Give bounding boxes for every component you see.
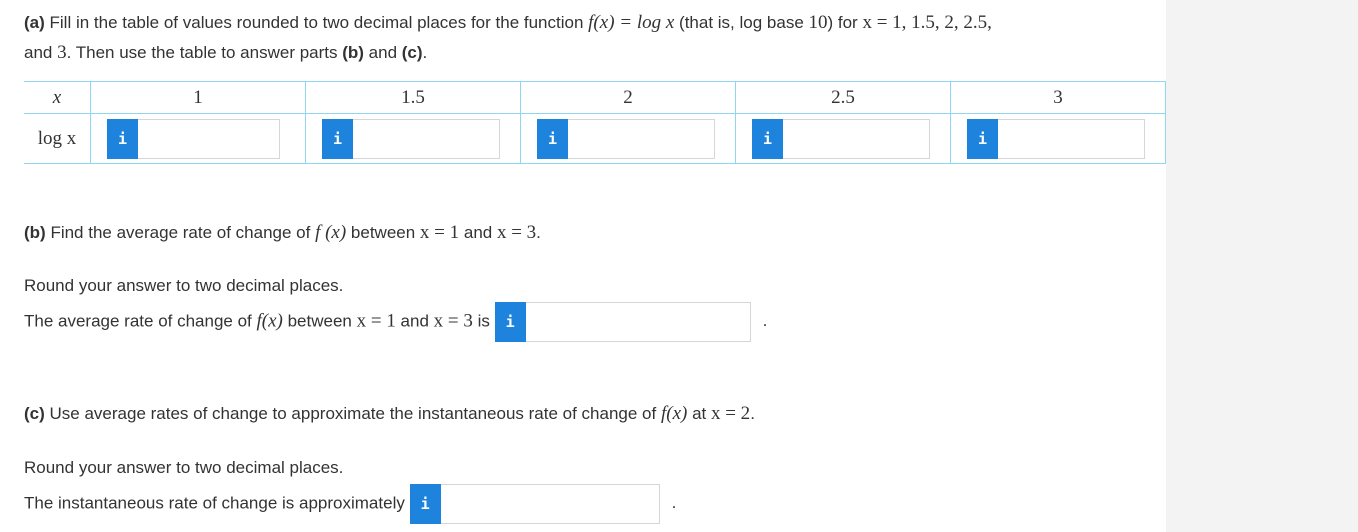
part-a-text: and: [24, 43, 58, 62]
part-b-label: (b): [24, 223, 46, 242]
part-c-ref: (c): [401, 43, 423, 62]
x-value: 1: [90, 81, 306, 114]
part-c-period: .: [671, 493, 677, 513]
info-icon[interactable]: i: [752, 118, 783, 159]
part-a-label: (a): [24, 13, 45, 32]
part-c-answer-input[interactable]: [440, 484, 660, 524]
part-a-func: f(x) = log x: [588, 12, 675, 33]
part-c-answer-group: i: [409, 484, 660, 524]
part-a-text: .: [422, 43, 428, 62]
part-a-instruction-cont: and 3. Then use the table to answer part…: [24, 42, 427, 64]
x-header: x: [24, 81, 91, 114]
part-b-question: (b) Find the average rate of change of f…: [24, 222, 541, 244]
part-b-answer-x2: x = 3: [433, 310, 473, 332]
part-b-round-note: Round your answer to two decimal places.: [24, 276, 344, 295]
log-header: log x: [24, 113, 91, 164]
part-b-text: .: [536, 223, 541, 242]
part-c-round-note: Round your answer to two decimal places.: [24, 458, 344, 477]
part-a-base: 10: [808, 12, 828, 33]
log-answer-input[interactable]: [353, 118, 500, 159]
log-answer-input[interactable]: [783, 118, 930, 159]
part-b-ref: (b): [342, 43, 364, 62]
x-value: 3: [950, 81, 1166, 114]
part-b-answer-text: The average rate of change of: [24, 311, 257, 331]
table-row-x: x 1 1.5 2 2.5 3: [24, 81, 1166, 114]
log-cell: i: [950, 113, 1166, 164]
part-a-text: (that is, log base: [674, 13, 809, 32]
part-b-answer-group: i: [494, 302, 751, 342]
part-c-func: f(x): [660, 403, 688, 424]
x-value: 2: [520, 81, 736, 114]
part-b-text: Find the average rate of change of: [45, 223, 316, 242]
log-cell: i: [735, 113, 951, 164]
part-a-text: and: [363, 43, 402, 62]
part-a-instruction: (a) Fill in the table of values rounded …: [24, 12, 992, 34]
part-b-answer-func: f(x): [256, 310, 283, 332]
part-b-answer-line: The average rate of change of f(x) betwe…: [24, 302, 767, 342]
part-b-answer-input[interactable]: [525, 302, 751, 342]
part-c-text: .: [750, 404, 755, 423]
part-b-func: f (x): [315, 222, 347, 243]
log-cell: i: [90, 113, 306, 164]
info-icon[interactable]: i: [967, 118, 998, 159]
part-c-xval: x = 2: [710, 403, 751, 424]
part-c-answer-line: The instantaneous rate of change is appr…: [24, 484, 676, 524]
part-a-text: . Then use the table to answer parts: [66, 43, 343, 62]
part-b-x1: x = 1: [419, 222, 460, 243]
info-icon[interactable]: i: [494, 302, 526, 342]
log-answer-input[interactable]: [138, 118, 280, 159]
info-icon[interactable]: i: [107, 118, 138, 159]
part-b-answer-text: is: [472, 311, 495, 331]
part-c-answer-text: The instantaneous rate of change is appr…: [24, 493, 410, 513]
part-b-answer-text: and: [395, 311, 434, 331]
part-a-text: ) for: [827, 13, 863, 32]
x-value: 2.5: [735, 81, 951, 114]
part-b-x2: x = 3: [496, 222, 537, 243]
log-cell: i: [305, 113, 521, 164]
part-b-answer-text: between: [282, 311, 357, 331]
part-b-text: between: [346, 223, 420, 242]
info-icon[interactable]: i: [322, 118, 353, 159]
part-a-last: 3: [57, 42, 67, 63]
part-a-text: Fill in the table of values rounded to t…: [44, 13, 589, 32]
part-b-answer-x1: x = 1: [356, 310, 396, 332]
log-cell: i: [520, 113, 736, 164]
part-a-xlist: x = 1, 1.5, 2, 2.5,: [862, 12, 992, 33]
side-panel: [1166, 0, 1358, 532]
part-c-question: (c) Use average rates of change to appro…: [24, 403, 755, 425]
part-b-text: and: [459, 223, 497, 242]
log-answer-input[interactable]: [568, 118, 715, 159]
part-b-period: .: [762, 311, 768, 331]
info-icon[interactable]: i: [409, 484, 441, 524]
x-value: 1.5: [305, 81, 521, 114]
table-row-log: log x i i i i i: [24, 113, 1166, 164]
log-answer-input[interactable]: [998, 118, 1145, 159]
part-c-text: Use average rates of change to approxima…: [44, 404, 661, 423]
values-table: x 1 1.5 2 2.5 3 log x i i i i i: [24, 81, 1166, 164]
info-icon[interactable]: i: [537, 118, 568, 159]
part-c-label: (c): [24, 404, 45, 423]
part-c-text: at: [687, 404, 711, 423]
